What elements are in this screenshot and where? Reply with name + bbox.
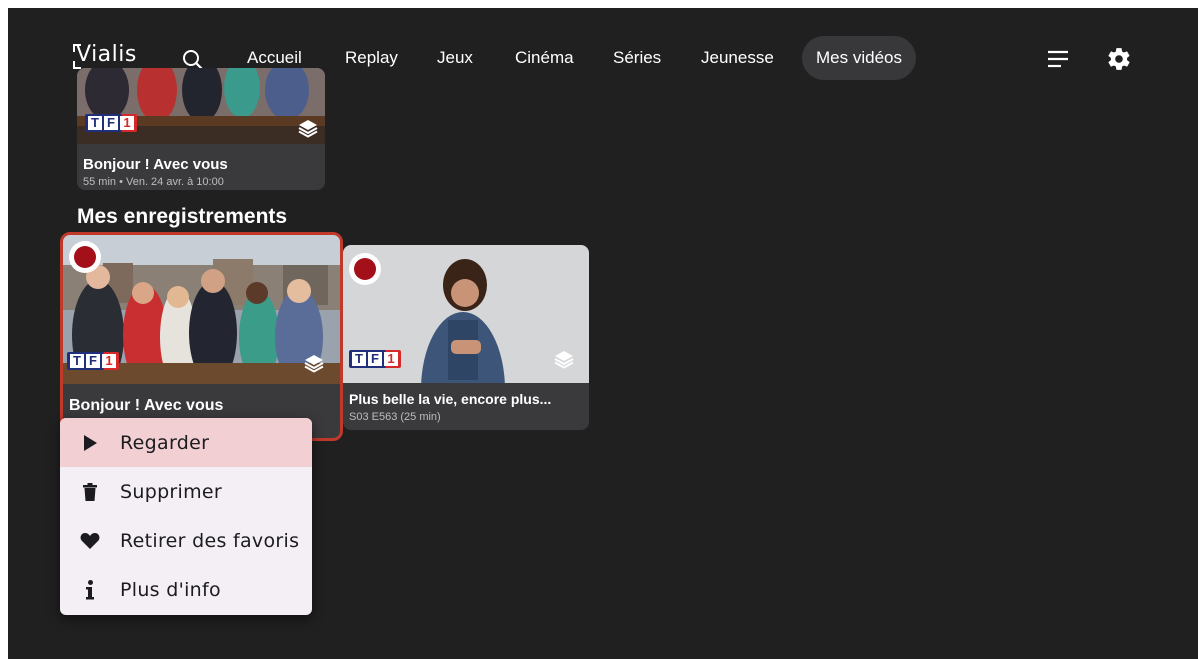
stack-icon <box>298 120 318 138</box>
stack-icon <box>304 355 324 373</box>
nav-item-jeux[interactable]: Jeux <box>423 36 487 80</box>
menu-item-label: Plus d'info <box>120 578 221 601</box>
gear-icon[interactable] <box>1106 46 1132 72</box>
nav-item-jeunesse[interactable]: Jeunesse <box>687 36 788 80</box>
nav-item-replay[interactable]: Replay <box>331 36 412 80</box>
nav-item-mes-videos[interactable]: Mes vidéos <box>802 36 916 80</box>
menu-item-regarder[interactable]: Regarder <box>60 418 312 467</box>
tv-screen: Vialis Accueil Replay Jeux Cinéma Séries… <box>8 8 1198 659</box>
menu-item-supprimer[interactable]: Supprimer <box>60 467 312 516</box>
card-title: Bonjour ! Avec vous <box>69 397 224 414</box>
nav-item-cinema[interactable]: Cinéma <box>501 36 588 80</box>
vialis-logo: Vialis <box>73 42 137 69</box>
recording-card[interactable]: TF1 Plus belle la vie, encore plus... S0… <box>343 245 589 430</box>
tf1-logo: TF1 <box>85 114 137 132</box>
menu-icon[interactable] <box>1046 48 1070 70</box>
record-badge-icon <box>69 241 101 273</box>
tf1-logo: TF1 <box>67 352 119 370</box>
trash-icon <box>80 482 100 502</box>
heart-icon <box>80 531 100 551</box>
menu-item-retirer-favoris[interactable]: Retirer des favoris <box>60 516 312 565</box>
menu-item-label: Supprimer <box>120 480 223 503</box>
stack-icon <box>554 351 574 369</box>
card-subtitle: 55 min • Ven. 24 avr. à 10:00 <box>83 176 224 188</box>
info-icon <box>80 579 100 600</box>
menu-item-label: Regarder <box>120 431 210 454</box>
top-program-card[interactable]: TF1 Bonjour ! Avec vous 55 min • Ven. 24… <box>77 68 325 190</box>
nav-item-series[interactable]: Séries <box>599 36 675 80</box>
program-thumbnail: TF1 <box>63 235 340 384</box>
record-badge-icon <box>349 253 381 285</box>
card-title: Plus belle la vie, encore plus... <box>349 391 552 407</box>
context-menu: Regarder Supprimer Retirer des favoris P… <box>60 418 312 615</box>
tf1-logo: TF1 <box>349 350 401 368</box>
card-subtitle: S03 E563 (25 min) <box>349 411 441 423</box>
menu-item-label: Retirer des favoris <box>120 529 300 552</box>
logo-text: Vialis <box>76 42 137 67</box>
recording-card-focused[interactable]: TF1 Bonjour ! Avec vous <box>60 232 343 441</box>
program-thumbnail: TF1 <box>77 68 325 144</box>
play-icon <box>80 433 100 453</box>
card-title: Bonjour ! Avec vous <box>83 156 228 173</box>
menu-item-plus-info[interactable]: Plus d'info <box>60 565 312 614</box>
section-title-recordings: Mes enregistrements <box>77 205 288 228</box>
